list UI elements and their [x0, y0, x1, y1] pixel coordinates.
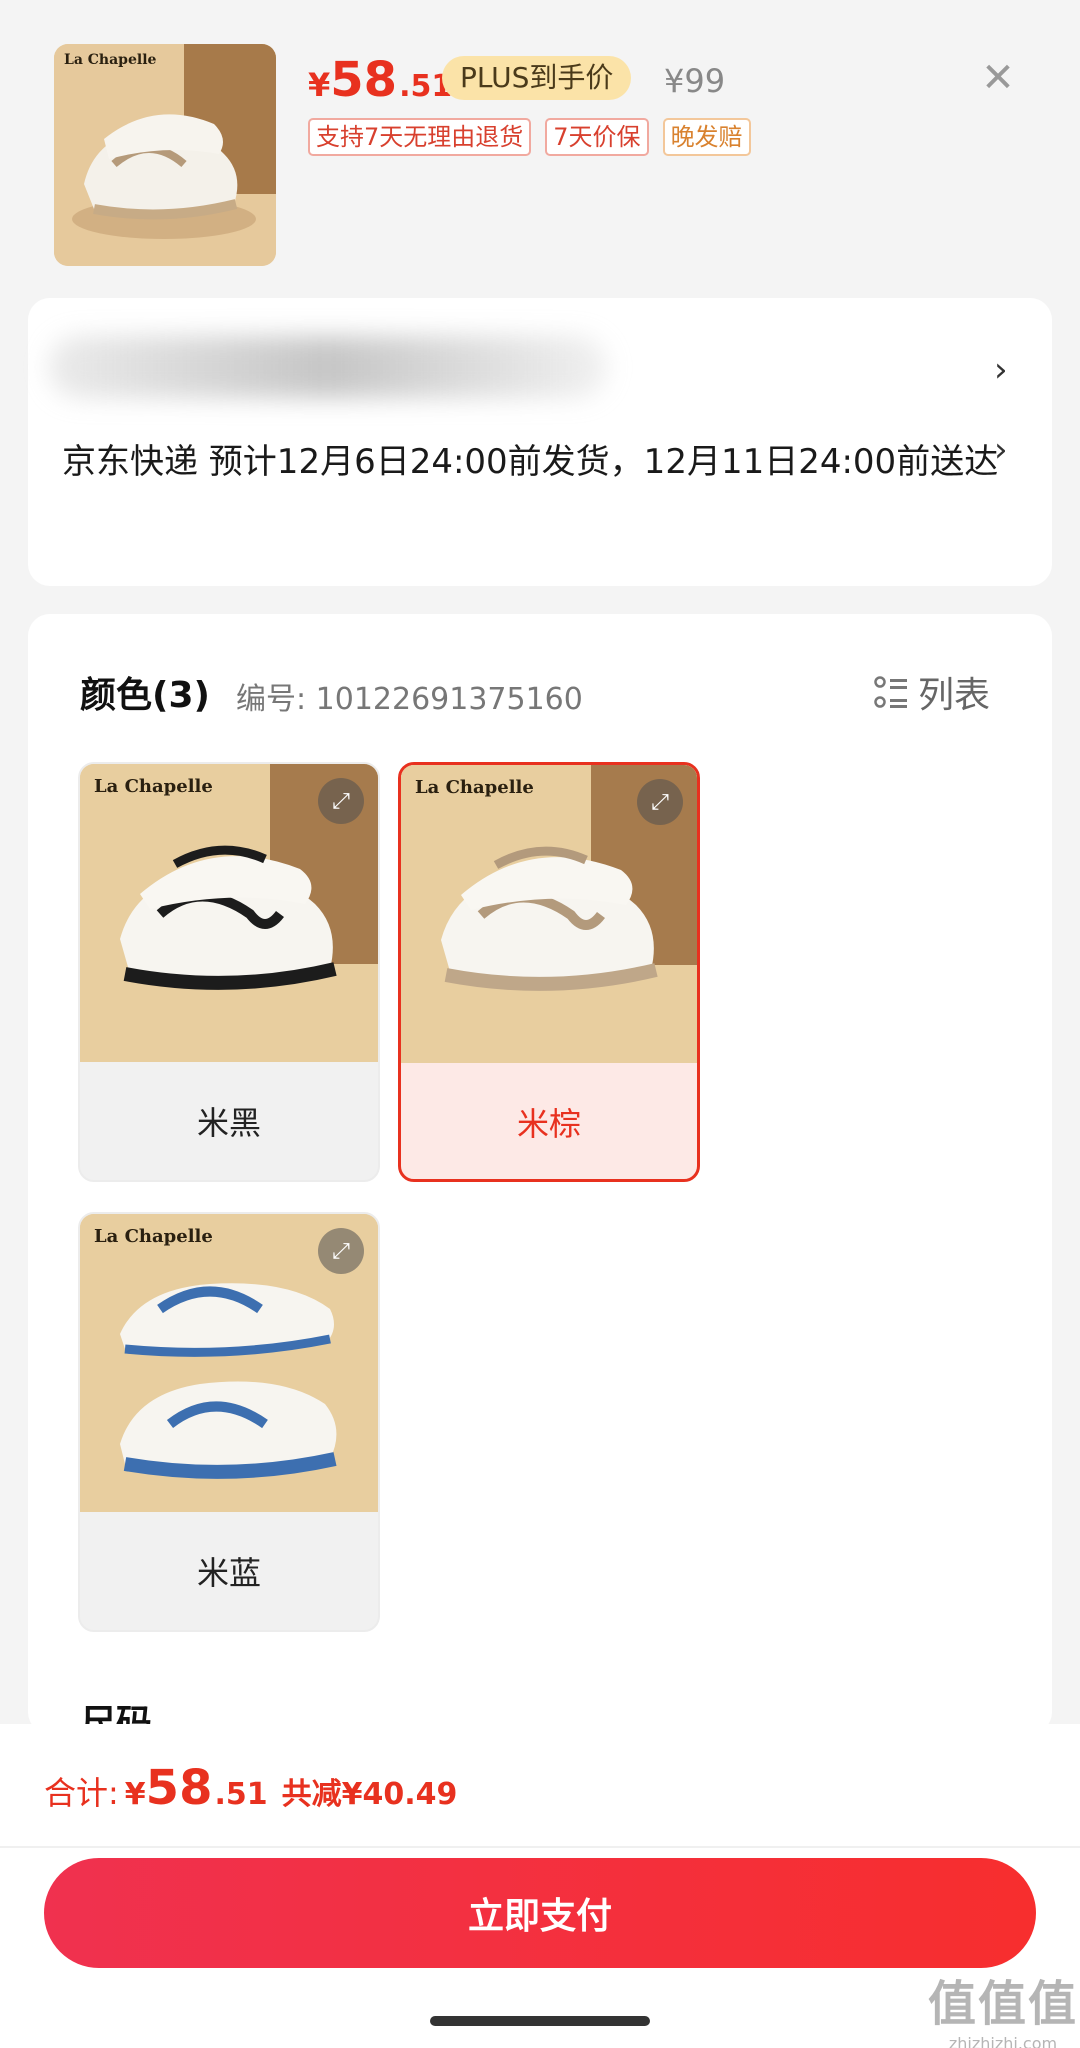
tag-late-delivery-compensation: 晚发赔 — [662, 118, 751, 156]
tag-return-policy: 支持7天无理由退货 — [308, 118, 532, 156]
thumbnail-brand-logo: La Chapelle — [64, 52, 157, 68]
address-chevron-icon[interactable]: › — [994, 350, 1008, 390]
product-code: 编号: 10122691375160 — [236, 682, 583, 717]
watermark-logo: 值值值 — [928, 1976, 1079, 2032]
color-option-image: La Chapelle ⤢ — [80, 764, 378, 1062]
close-button[interactable]: ✕ — [968, 48, 1028, 108]
home-indicator[interactable] — [430, 2016, 650, 2026]
expand-icon[interactable]: ⤢ — [318, 778, 364, 824]
color-option-label: 米棕 — [516, 1105, 581, 1143]
total-discount: 共减¥40.49 — [281, 1777, 458, 1812]
original-price: ¥99 — [664, 62, 726, 100]
pay-now-button[interactable]: 立即支付 — [44, 1858, 1036, 1968]
checkout-bar: 合计: ¥ 58 .51 共减¥40.49 立即支付 值值值 zhizhizhi… — [0, 1724, 1080, 2048]
watermark: 值值值 zhizhizhi.com — [928, 1964, 1078, 2048]
product-thumbnail: La Chapelle — [54, 44, 276, 266]
price-currency: ¥ — [308, 66, 331, 104]
color-option-brown[interactable]: La Chapelle ⤢ 米棕 — [398, 762, 700, 1182]
option-brand-logo: La Chapelle — [94, 1226, 213, 1247]
option-brand-logo: La Chapelle — [415, 777, 534, 798]
delivery-chevron-icon[interactable]: › — [994, 430, 1008, 470]
delivery-estimate[interactable]: 京东快递 预计12月6日24:00前发货，12月11日24:00前送达 — [62, 434, 1002, 490]
watermark-url: zhizhizhi.com — [948, 2034, 1058, 2048]
price-integer: 58 — [330, 52, 398, 108]
plus-price-badge: PLUS到手价 — [442, 56, 632, 100]
current-price: ¥ 58 .51 — [308, 52, 452, 108]
color-option-image: La Chapelle ⤢ — [401, 765, 697, 1063]
expand-icon[interactable]: ⤢ — [318, 1228, 364, 1274]
spec-card: 颜色(3) 编号: 10122691375160 列表 La Chapelle … — [28, 614, 1052, 1744]
option-brand-logo: La Chapelle — [94, 776, 213, 797]
list-icon — [874, 675, 908, 709]
list-view-label: 列表 — [918, 675, 991, 716]
expand-icon[interactable]: ⤢ — [637, 779, 683, 825]
product-header: La Chapelle ¥ 58 .51 PLUS到手价 ¥99 ✕ 支持7天无… — [0, 0, 1080, 290]
total-currency: ¥ — [124, 1777, 146, 1812]
color-option-label: 米黑 — [196, 1104, 261, 1142]
color-section-title: 颜色(3) — [80, 675, 210, 716]
color-option-blue[interactable]: La Chapelle ⤢ 米蓝 — [78, 1212, 380, 1632]
color-option-black[interactable]: La Chapelle ⤢ 米黑 — [78, 762, 380, 1182]
address-row-blurred[interactable] — [48, 336, 608, 398]
total-decimal: .51 — [214, 1777, 268, 1812]
total-label: 合计: — [44, 1774, 119, 1812]
color-option-image: La Chapelle ⤢ — [80, 1214, 378, 1512]
list-view-toggle[interactable]: 列表 — [874, 666, 990, 718]
order-total: 合计: ¥ 58 .51 共减¥40.49 — [44, 1760, 457, 1816]
delivery-card: › 京东快递 预计12月6日24:00前发货，12月11日24:00前送达 › — [28, 298, 1052, 586]
close-icon: ✕ — [981, 55, 1015, 101]
divider — [0, 1846, 1080, 1848]
color-option-label: 米蓝 — [196, 1554, 261, 1592]
tag-price-protection: 7天价保 — [545, 118, 649, 156]
service-tags: 支持7天无理由退货 7天价保 晚发赔 — [308, 118, 751, 156]
total-integer: 58 — [145, 1760, 213, 1816]
